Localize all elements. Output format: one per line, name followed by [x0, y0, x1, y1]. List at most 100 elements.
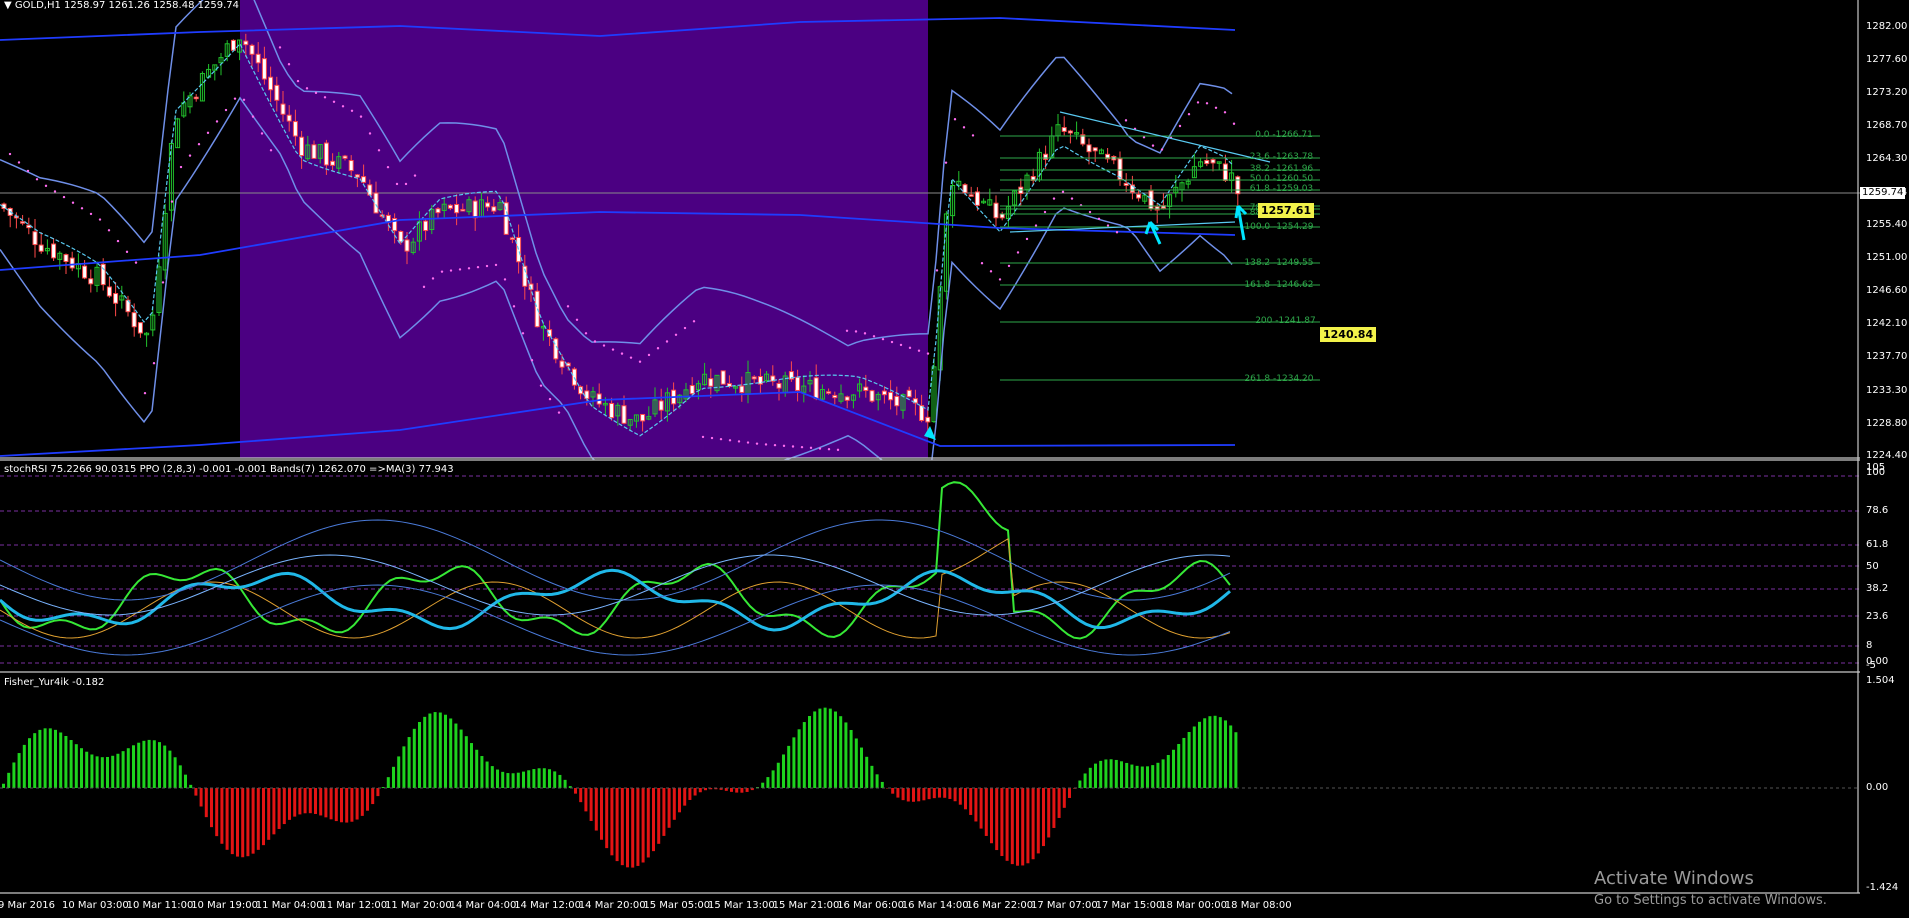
chart-canvas[interactable] — [0, 0, 1909, 918]
sar-dot — [791, 445, 795, 448]
fib-level-label: 38.2 -1261.96 — [1249, 164, 1314, 174]
fisher-bar-down — [964, 788, 967, 810]
fisher-bar-up — [454, 723, 458, 788]
fisher-bar-up — [480, 756, 484, 788]
fisher-bar-down — [995, 788, 999, 851]
dropdown-triangle-icon[interactable]: ▼ — [4, 0, 12, 11]
candle-bear — [323, 142, 329, 166]
fisher-bar-down — [246, 788, 250, 857]
fisher-bar-up — [761, 782, 765, 788]
sar-dot — [287, 63, 291, 66]
sar-dot — [62, 195, 66, 199]
candle-bear — [596, 393, 602, 405]
fisher-bar-up — [433, 712, 437, 788]
candle-bear — [32, 231, 38, 246]
fisher-bar-down — [678, 788, 681, 813]
fisher-bar-up — [792, 737, 796, 788]
candle-bear — [280, 103, 286, 115]
sar-dot — [638, 360, 642, 363]
price-tick-label: 1228.80 — [1866, 418, 1908, 429]
sar-dot — [71, 201, 75, 204]
fisher-bar-up — [1182, 737, 1186, 788]
candle-bear — [776, 382, 782, 389]
fisher-bar-down — [277, 788, 281, 829]
osc-tick-label: 38.2 — [1866, 583, 1889, 594]
fisher-bar-down — [303, 788, 307, 814]
candle-bear — [261, 58, 267, 80]
fisher-bar-up — [797, 729, 801, 788]
candle-bear — [1235, 176, 1241, 195]
fisher-bar-up — [1177, 743, 1181, 788]
fisher-bar-up — [516, 772, 520, 788]
fisher-bar-down — [329, 788, 333, 820]
sar-dot — [899, 343, 903, 347]
sar-dot — [305, 87, 309, 90]
sar-dot — [521, 332, 525, 335]
fisher-bar-down — [657, 788, 661, 844]
candle-bear — [609, 402, 615, 419]
fisher-bar-up — [407, 737, 411, 788]
fisher-bar-down — [1010, 788, 1014, 865]
sar-dot — [584, 332, 588, 335]
fisher-bar-up — [849, 729, 853, 788]
sar-dot — [665, 340, 669, 343]
fisher-bar-down — [256, 788, 260, 850]
fisher-bar-up — [860, 747, 863, 788]
sar-dot — [710, 436, 714, 440]
sar-dot — [656, 347, 660, 350]
fisher-bar-up — [782, 754, 785, 788]
sar-dot — [755, 442, 759, 445]
sar-dot — [782, 444, 786, 448]
fisher-bar-down — [662, 788, 666, 836]
fisher-bar-down — [262, 788, 265, 846]
sar-dot — [359, 115, 363, 118]
fisher-bar-up — [111, 755, 115, 788]
fisher-bar-down — [298, 788, 302, 815]
fisher-bar-up — [28, 738, 31, 788]
sar-dot — [1052, 197, 1056, 200]
fisher-bar-down — [1016, 788, 1019, 866]
fisher-bar-up — [532, 769, 536, 788]
candle-bear — [832, 394, 838, 399]
sar-dot — [197, 143, 201, 146]
price-tick-label: 1246.60 — [1866, 285, 1908, 296]
fisher-bar-down — [636, 788, 640, 866]
sar-dot — [818, 447, 822, 450]
time-tick-label: 11 Mar 12:00 — [320, 900, 388, 911]
candle-bear — [404, 239, 410, 252]
sar-dot — [1151, 144, 1155, 147]
candle-bear — [447, 204, 453, 209]
sar-dot — [692, 320, 696, 323]
activate-windows-subtitle: Go to Settings to activate Windows. — [1594, 893, 1827, 908]
fisher-bar-up — [1234, 732, 1238, 788]
sar-dot — [242, 98, 246, 101]
sar-dot — [422, 285, 426, 289]
candle-bear — [1086, 144, 1092, 153]
fisher-bar-up — [1161, 759, 1165, 788]
candle-bear — [813, 377, 819, 400]
oscillator-panel — [0, 460, 1909, 672]
fisher-bar-up — [1099, 760, 1103, 788]
fisher-bar-down — [917, 788, 921, 802]
sar-dot — [908, 346, 912, 350]
candle-bear — [113, 293, 119, 304]
sar-dot — [1106, 224, 1110, 227]
fisher-bar-down — [693, 788, 697, 796]
sar-dot — [854, 330, 858, 333]
fisher-bar-down — [740, 788, 744, 793]
fisher-bar-down — [1036, 788, 1040, 854]
time-tick-label: 10 Mar 19:00 — [191, 900, 258, 911]
sar-dot — [314, 91, 318, 95]
fisher-bar-up — [818, 708, 822, 788]
sar-dot — [224, 108, 228, 112]
fisher-bar-up — [74, 744, 78, 788]
candle-bear — [243, 40, 249, 46]
fisher-bar-up — [116, 753, 120, 788]
sar-dot — [890, 340, 894, 344]
sar-dot — [413, 174, 417, 177]
fisher-bar-down — [288, 788, 291, 820]
fisher-bar-up — [64, 735, 68, 788]
fisher-bar-down — [584, 788, 588, 812]
candle-bear — [20, 221, 26, 224]
fisher-bar-up — [839, 716, 843, 788]
